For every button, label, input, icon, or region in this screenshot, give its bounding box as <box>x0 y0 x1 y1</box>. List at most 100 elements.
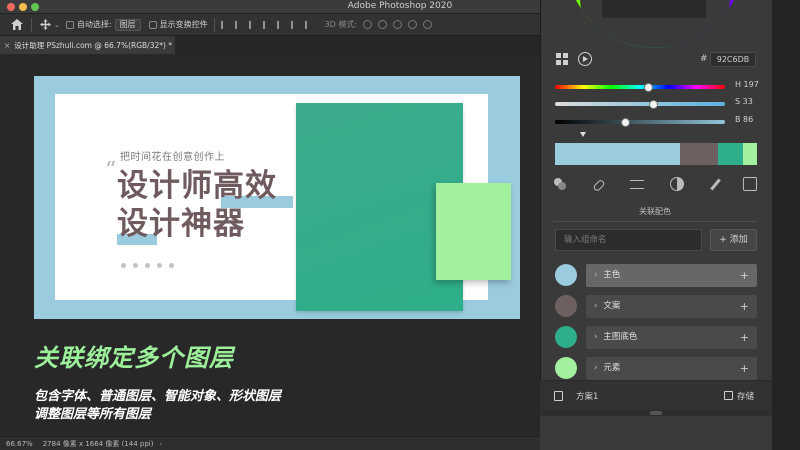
save-icon[interactable] <box>724 391 733 400</box>
dot <box>145 263 150 268</box>
image-icon[interactable] <box>742 177 757 191</box>
auto-select-label: 自动选择: <box>76 20 112 29</box>
adjust-icon[interactable] <box>630 179 645 189</box>
expand-caret-icon[interactable]: › <box>594 332 597 342</box>
status-bar: 66.67% 2784 像素 x 1664 像素 (144 ppi) › <box>0 436 540 450</box>
group-name-input[interactable]: 输入组命名 <box>555 229 702 251</box>
quote-mark: “ <box>105 158 117 183</box>
color-group-bar[interactable]: › 主图底色 + <box>586 326 757 349</box>
align-left-icon[interactable] <box>220 20 229 29</box>
expand-caret-icon[interactable]: › <box>594 270 597 280</box>
color-group-swatch[interactable] <box>555 326 577 348</box>
hue-slider-knob[interactable] <box>643 82 653 92</box>
brightness-slider[interactable] <box>555 117 725 127</box>
contrast-icon[interactable] <box>669 177 684 191</box>
panel-bottom-area <box>540 416 772 450</box>
color-tool-row <box>553 176 757 193</box>
color-wheel[interactable] <box>566 0 744 48</box>
palette-swatch[interactable] <box>680 143 718 165</box>
save-button[interactable]: 存储 <box>737 390 754 402</box>
auto-select-checkbox[interactable] <box>65 20 74 29</box>
document-tab[interactable]: × 设计助理 PSzhuli.com @ 66.7%(RGB/32*) * <box>0 36 175 54</box>
align-middle-icon[interactable] <box>276 20 285 29</box>
color-group-swatch[interactable] <box>555 295 577 317</box>
palette-swatch[interactable] <box>743 143 757 165</box>
palette-swatch[interactable] <box>718 143 743 165</box>
accent-block <box>436 183 511 280</box>
color-group-row[interactable]: › 主色 + <box>555 264 757 287</box>
add-layer-icon[interactable]: + <box>740 326 749 349</box>
promo-line-1: 包含字体、普通图层、智能对象、形状图层 <box>34 389 282 404</box>
3d-scale-icon[interactable] <box>423 20 433 29</box>
photoshop-window: Adobe Photoshop 2020 ⌄ 自动选择: 图层 显示变换控件 3… <box>0 0 800 450</box>
brightness-slider-knob[interactable] <box>620 117 630 127</box>
promo-title: 关联绑定多个图层 <box>34 344 234 372</box>
3d-mode-label: 3D 模式: <box>324 20 358 29</box>
blend-icon[interactable] <box>553 177 567 191</box>
hue-slider[interactable] <box>555 82 725 92</box>
saturation-slider-knob[interactable] <box>648 99 658 109</box>
artboard[interactable]: 把时间花在创意创作上 “ 设计师高效 设计神器 <box>34 76 520 319</box>
auto-select-dropdown[interactable]: 图层 <box>114 18 141 31</box>
grid-icon[interactable] <box>556 53 568 65</box>
hex-input[interactable]: 92C6DB <box>710 52 756 67</box>
color-group-name: 主色 <box>603 270 621 280</box>
expand-caret-icon[interactable]: › <box>594 301 597 311</box>
chevron-down-icon[interactable]: ⌄ <box>54 21 60 29</box>
3d-slide-icon[interactable] <box>408 20 418 29</box>
color-group-row[interactable]: › 主图底色 + <box>555 326 757 349</box>
color-group-name: 文案 <box>603 301 621 311</box>
move-icon[interactable] <box>38 19 52 31</box>
headline-line-2: 设计神器 <box>117 206 245 242</box>
saturation-value: S 33 <box>735 97 753 106</box>
panel-footer: 方案1 存储 <box>540 380 772 410</box>
home-icon[interactable] <box>9 18 25 32</box>
saturation-slider[interactable] <box>555 99 725 109</box>
expand-caret-icon[interactable]: › <box>594 363 597 373</box>
status-menu-chevron[interactable]: › <box>159 440 162 448</box>
align-center-icon[interactable] <box>234 20 243 29</box>
color-group-swatch[interactable] <box>555 357 577 379</box>
eyedropper-icon[interactable] <box>710 178 722 190</box>
distribute-icon[interactable] <box>304 20 313 29</box>
zoom-level[interactable]: 66.67% <box>6 440 33 448</box>
align-bottom-icon[interactable] <box>290 20 299 29</box>
3d-roll-icon[interactable] <box>378 20 388 29</box>
show-transform-checkbox[interactable] <box>148 20 157 29</box>
dot <box>133 263 138 268</box>
color-palette-strip[interactable] <box>555 143 757 165</box>
color-group-name: 主图底色 <box>603 332 638 342</box>
add-group-button[interactable]: + 添加 <box>710 229 757 251</box>
document-tab-bar: × 设计助理 PSzhuli.com @ 66.7%(RGB/32*) * <box>0 36 540 54</box>
dot <box>121 263 126 268</box>
palette-swatch[interactable] <box>555 143 680 165</box>
promo-line-2: 调整图层等所有图层 <box>34 407 152 422</box>
color-group-name: 元素 <box>603 363 621 373</box>
align-top-icon[interactable] <box>262 20 271 29</box>
panel-dock-strip <box>772 0 800 450</box>
color-preview <box>602 0 706 18</box>
color-group-swatch[interactable] <box>555 264 577 286</box>
play-icon[interactable] <box>578 52 592 66</box>
dot <box>169 263 174 268</box>
color-group-bar[interactable]: › 元素 + <box>586 357 757 380</box>
divider <box>31 17 32 32</box>
add-layer-icon[interactable]: + <box>740 357 749 380</box>
color-group-bar[interactable]: › 主色 + <box>586 264 757 287</box>
color-group-bar[interactable]: › 文案 + <box>586 295 757 318</box>
palette-marker <box>580 132 586 137</box>
brightness-value: B 86 <box>735 115 754 124</box>
color-group-row[interactable]: › 文案 + <box>555 295 757 318</box>
3d-pan-icon[interactable] <box>393 20 403 29</box>
show-transform-label: 显示变换控件 <box>159 20 208 29</box>
scheme-icon[interactable] <box>554 391 563 401</box>
link-icon[interactable] <box>591 178 606 193</box>
close-tab-icon[interactable]: × <box>4 41 10 50</box>
align-right-icon[interactable] <box>248 20 257 29</box>
color-group-row[interactable]: › 元素 + <box>555 357 757 380</box>
hex-hash-label: # <box>700 54 708 64</box>
add-layer-icon[interactable]: + <box>740 295 749 318</box>
add-layer-icon[interactable]: + <box>740 264 749 287</box>
scheme-label[interactable]: 方案1 <box>576 390 598 402</box>
3d-rotate-icon[interactable] <box>363 20 373 29</box>
